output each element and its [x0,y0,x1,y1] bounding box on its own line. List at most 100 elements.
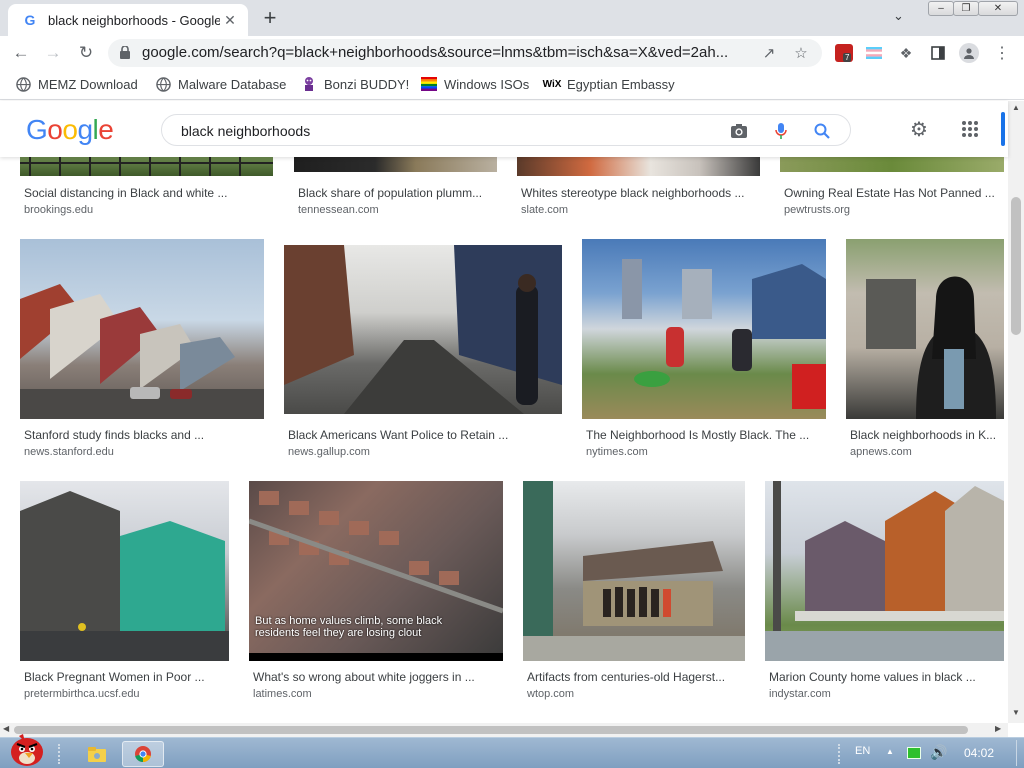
extensions-puzzle-icon[interactable]: ❖ [897,44,915,62]
vertical-scrollbar[interactable]: ▲ ▼ [1008,101,1024,723]
tab-search-chevron-icon[interactable]: ⌄ [893,8,904,24]
result-source: tennessean.com [298,204,379,216]
image-thumbnail[interactable] [284,245,562,414]
image-thumbnail[interactable] [780,157,1004,172]
language-indicator[interactable]: EN [855,745,870,757]
search-icon[interactable] [811,120,833,142]
restore-button[interactable]: ❐ [953,1,979,16]
forward-arrow-icon[interactable]: → [40,40,66,66]
google-header: Google black neighborhoods ⚙ [0,101,1008,157]
scroll-down-arrow-icon[interactable]: ▼ [1012,708,1020,717]
bookmark-label: Egyptian Embassy [567,76,675,92]
bookmark-malware-database[interactable]: Malware Database [155,76,286,92]
tab-close-icon[interactable]: ✕ [222,12,238,28]
vertical-scroll-thumb[interactable] [1011,197,1021,335]
image-overlay-caption: But as home values climb, some black res… [255,615,443,639]
result-source: indystar.com [769,688,831,700]
address-bar[interactable]: google.com/search?q=black+neighborhoods&… [108,39,822,67]
show-desktop-button[interactable] [1016,740,1022,766]
result-source: apnews.com [850,446,912,458]
reload-icon[interactable]: ↻ [73,40,99,66]
ublock-extension-icon[interactable]: 7 [835,44,853,62]
minimize-button[interactable]: – [928,1,954,16]
chrome-taskbar-button[interactable] [122,741,164,767]
result-title[interactable]: Whites stereotype black neighborhoods ..… [521,186,757,200]
result-title[interactable]: Black share of population plumm... [298,186,498,200]
horizontal-scroll-thumb[interactable] [14,726,968,734]
image-thumbnail[interactable] [20,481,229,661]
browser-toolbar: ← → ↻ google.com/search?q=black+neighbor… [0,36,1024,70]
new-tab-button[interactable]: + [258,5,282,30]
share-icon[interactable]: ↗ [759,43,779,63]
image-thumbnail[interactable] [517,157,760,176]
google-logo[interactable]: Google [26,114,114,146]
google-favicon-icon: G [24,12,36,28]
image-thumbnail[interactable] [765,481,1004,661]
bookmark-label: Windows ISOs [444,76,530,92]
side-panel-icon[interactable] [929,44,947,62]
image-thumbnail[interactable]: But as home values climb, some black res… [249,481,503,661]
result-title[interactable]: Social distancing in Black and white ... [24,186,260,200]
volume-icon[interactable]: 🔊 [930,744,947,761]
bookmark-egyptian-embassy[interactable]: WiX Egyptian Embassy [543,76,675,92]
profile-avatar-icon[interactable] [959,43,979,63]
file-explorer-icon[interactable] [84,741,110,767]
google-logo-letter: o [62,114,78,145]
result-title[interactable]: Owning Real Estate Has Not Panned ... [784,186,1002,200]
google-apps-grid-icon[interactable] [958,117,982,141]
camera-search-icon[interactable] [728,120,750,142]
globe-icon [15,76,31,92]
microphone-icon[interactable] [770,120,792,142]
result-title[interactable]: The Neighborhood Is Mostly Black. The ..… [586,428,822,442]
result-source: wtop.com [527,688,575,700]
extension-badge: 7 [843,53,852,62]
bookmark-label: Bonzi BUDDY! [324,76,410,92]
scroll-up-arrow-icon[interactable]: ▲ [1012,103,1020,112]
network-status-icon[interactable] [907,747,921,759]
taskbar-grip [58,744,64,764]
result-source: pewtrusts.org [784,204,851,216]
result-source: news.gallup.com [288,446,370,458]
image-thumbnail[interactable] [20,239,264,419]
start-button-angry-bird-icon[interactable] [4,730,50,768]
image-thumbnail[interactable] [294,157,497,172]
globe-icon [155,76,171,92]
image-thumbnail[interactable] [846,239,1004,419]
chrome-menu-icon[interactable]: ⋮ [993,44,1011,62]
result-title[interactable]: Black Americans Want Police to Retain ..… [288,428,558,442]
bookmark-label: MEMZ Download [38,76,138,92]
bookmarks-bar: MEMZ Download Malware Database Bonzi BUD… [0,70,1024,100]
screen: G black neighborhoods - Google ✕ + ⌄ – ❐… [0,0,1024,768]
taskbar: EN ▲ 🔊 04:02 [0,734,1024,768]
flag-extension-icon[interactable] [865,44,883,62]
result-source: pretermbirthca.ucsf.edu [24,688,140,700]
sign-in-button-edge[interactable] [1001,112,1005,146]
show-hidden-icons-arrow-icon[interactable]: ▲ [886,747,894,756]
result-title[interactable]: Stanford study finds blacks and ... [24,428,260,442]
bookmark-memz[interactable]: MEMZ Download [15,76,138,92]
google-logo-letter: e [98,114,114,145]
clock[interactable]: 04:02 [964,746,994,760]
url-text[interactable]: google.com/search?q=black+neighborhoods&… [142,44,752,61]
result-title[interactable]: Black neighborhoods in K... [850,428,1002,442]
result-title[interactable]: Artifacts from centuries-old Hagerst... [527,670,741,684]
lock-icon [120,46,130,59]
image-thumbnail[interactable] [20,157,273,176]
result-title[interactable]: Black Pregnant Women in Poor ... [24,670,224,684]
search-input[interactable]: black neighborhoods [181,123,310,139]
bookmark-star-icon[interactable]: ☆ [791,43,811,63]
horizontal-scrollbar[interactable]: ◀ ▶ [0,723,1008,737]
browser-tab[interactable]: G black neighborhoods - Google ✕ [8,4,248,36]
result-title[interactable]: Marion County home values in black ... [769,670,1001,684]
scroll-right-arrow-icon[interactable]: ▶ [995,724,1001,733]
search-box[interactable]: black neighborhoods [161,114,851,146]
back-arrow-icon[interactable]: ← [8,40,34,66]
image-thumbnail[interactable] [523,481,745,661]
bookmark-windows-isos[interactable]: Windows ISOs [421,76,529,92]
settings-gear-icon[interactable]: ⚙ [907,117,931,141]
bookmark-bonzi-buddy[interactable]: Bonzi BUDDY! [301,76,409,92]
image-thumbnail[interactable] [582,239,826,419]
close-window-button[interactable]: ✕ [978,1,1018,16]
result-title[interactable]: What's so wrong about white joggers in .… [253,670,499,684]
tab-title: black neighborhoods - Google [48,12,220,28]
